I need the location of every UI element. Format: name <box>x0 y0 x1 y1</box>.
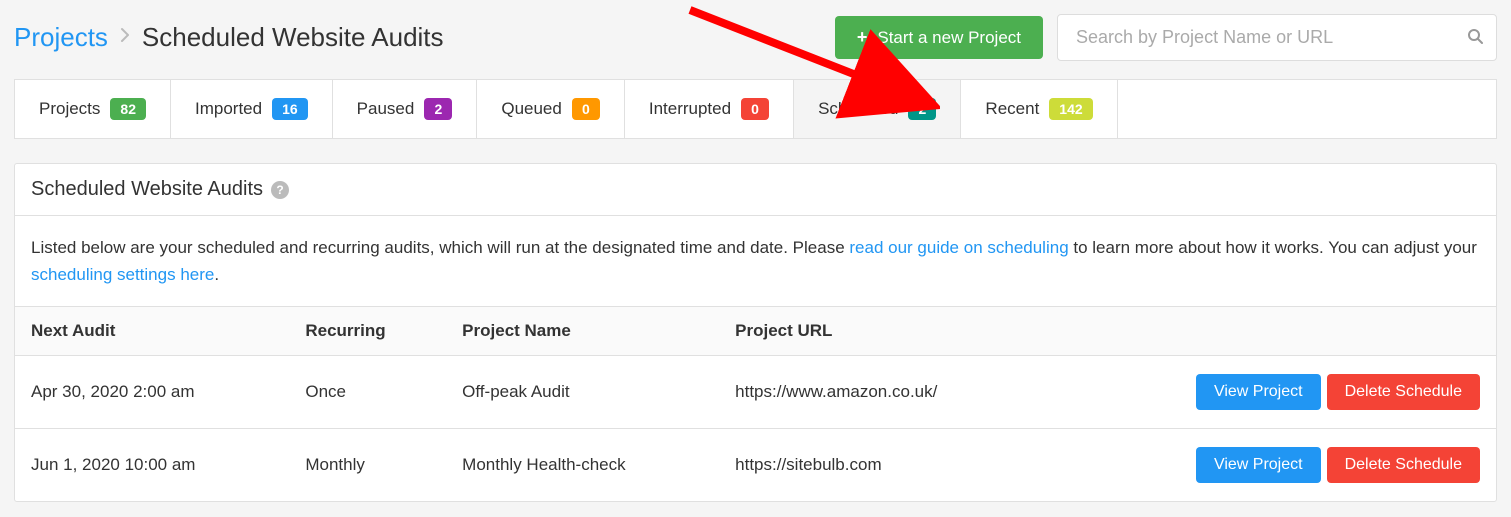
tab-label: Projects <box>39 99 100 119</box>
cell-project-url: https://sitebulb.com <box>719 429 1046 502</box>
schedule-table: Next Audit Recurring Project Name Projec… <box>15 307 1496 501</box>
tab-interrupted[interactable]: Interrupted 0 <box>625 80 794 138</box>
start-new-project-button[interactable]: + Start a new Project <box>835 16 1043 59</box>
col-actions <box>1046 307 1496 356</box>
tab-count-badge: 0 <box>741 98 769 120</box>
tab-label: Scheduled <box>818 99 898 119</box>
delete-schedule-button[interactable]: Delete Schedule <box>1327 374 1480 410</box>
tab-label: Interrupted <box>649 99 731 119</box>
cell-recurring: Once <box>289 356 446 429</box>
cell-actions: View ProjectDelete Schedule <box>1046 429 1496 502</box>
cell-actions: View ProjectDelete Schedule <box>1046 356 1496 429</box>
panel-description: Listed below are your scheduled and recu… <box>15 216 1496 307</box>
breadcrumb: Projects Scheduled Website Audits <box>14 22 835 53</box>
tab-filler <box>1118 80 1497 138</box>
col-next-audit: Next Audit <box>15 307 289 356</box>
search-icon[interactable] <box>1467 28 1483 48</box>
tabs-bar: Projects82Imported16Paused2Queued0Interr… <box>14 79 1497 139</box>
cell-project-url: https://www.amazon.co.uk/ <box>719 356 1046 429</box>
start-new-project-label: Start a new Project <box>877 28 1021 48</box>
cell-next-audit: Apr 30, 2020 2:00 am <box>15 356 289 429</box>
panel-title: Scheduled Website Audits ? <box>15 164 1496 216</box>
delete-schedule-button[interactable]: Delete Schedule <box>1327 447 1480 483</box>
tab-paused[interactable]: Paused 2 <box>333 80 478 138</box>
breadcrumb-root-link[interactable]: Projects <box>14 22 108 53</box>
tab-count-badge: 16 <box>272 98 308 120</box>
col-project-url: Project URL <box>719 307 1046 356</box>
cell-next-audit: Jun 1, 2020 10:00 am <box>15 429 289 502</box>
col-recurring: Recurring <box>289 307 446 356</box>
tab-scheduled[interactable]: Scheduled 2 <box>794 80 961 138</box>
tab-label: Recent <box>985 99 1039 119</box>
tab-count-badge: 142 <box>1049 98 1092 120</box>
tab-imported[interactable]: Imported 16 <box>171 80 333 138</box>
tab-label: Paused <box>357 99 415 119</box>
tab-queued[interactable]: Queued 0 <box>477 80 625 138</box>
cell-project-name: Monthly Health-check <box>446 429 719 502</box>
desc-text: to learn more about how it works. You ca… <box>1069 238 1477 257</box>
tab-recent[interactable]: Recent 142 <box>961 80 1117 138</box>
plus-icon: + <box>857 27 868 48</box>
cell-project-name: Off-peak Audit <box>446 356 719 429</box>
tab-count-badge: 0 <box>572 98 600 120</box>
chevron-right-icon <box>120 27 130 48</box>
panel-title-text: Scheduled Website Audits <box>31 178 263 201</box>
help-icon[interactable]: ? <box>271 181 289 199</box>
tab-projects[interactable]: Projects 82 <box>15 80 171 138</box>
view-project-button[interactable]: View Project <box>1196 447 1321 483</box>
tab-label: Imported <box>195 99 262 119</box>
tab-label: Queued <box>501 99 562 119</box>
desc-text: Listed below are your scheduled and recu… <box>31 238 849 257</box>
col-project-name: Project Name <box>446 307 719 356</box>
scheduled-audits-panel: Scheduled Website Audits ? Listed below … <box>14 163 1497 502</box>
table-row: Apr 30, 2020 2:00 amOnceOff-peak Auditht… <box>15 356 1496 429</box>
table-row: Jun 1, 2020 10:00 amMonthlyMonthly Healt… <box>15 429 1496 502</box>
tab-count-badge: 2 <box>908 98 936 120</box>
tab-count-badge: 2 <box>424 98 452 120</box>
settings-link[interactable]: scheduling settings here <box>31 265 214 284</box>
cell-recurring: Monthly <box>289 429 446 502</box>
guide-link[interactable]: read our guide on scheduling <box>849 238 1068 257</box>
desc-text: . <box>214 265 219 284</box>
view-project-button[interactable]: View Project <box>1196 374 1321 410</box>
tab-count-badge: 82 <box>110 98 146 120</box>
search-input[interactable] <box>1057 14 1497 61</box>
page-title: Scheduled Website Audits <box>142 22 444 53</box>
